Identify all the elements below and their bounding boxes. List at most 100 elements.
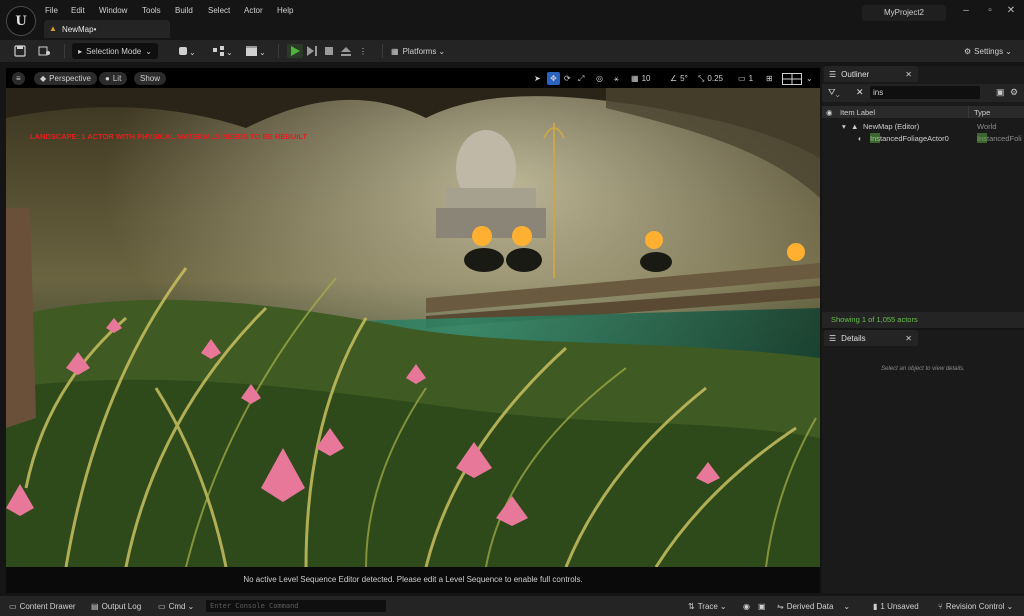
cmd-label: Cmd bbox=[168, 601, 186, 611]
chevron-down-icon: ⌄ bbox=[1005, 46, 1012, 56]
world-local-icon[interactable]: ◎ bbox=[596, 72, 603, 85]
menu-window[interactable]: Window bbox=[99, 6, 127, 15]
derived-data-label: Derived Data bbox=[786, 601, 834, 611]
grid-icon: ▦ bbox=[631, 74, 639, 83]
gear-icon[interactable]: ⚙ bbox=[1010, 87, 1018, 98]
outliner-row[interactable]: ◐ InstancedFoliageActor0 InstancedFoli bbox=[822, 133, 1024, 144]
filter-icon[interactable]: ⛛⌄ bbox=[828, 87, 840, 98]
close-icon[interactable]: ✕ bbox=[905, 70, 912, 79]
more-options-icon[interactable]: ⋮ bbox=[355, 44, 371, 58]
rotation-snap-button[interactable]: ∠ 5° bbox=[670, 72, 688, 85]
eject-icon[interactable] bbox=[338, 44, 354, 58]
details-icon: ☰ bbox=[829, 333, 837, 343]
log-icon: ▤ bbox=[91, 601, 99, 611]
surface-snap-icon[interactable]: ⚹ bbox=[614, 72, 619, 85]
tab-details[interactable]: ☰ Details ✕ bbox=[824, 330, 918, 346]
angle-icon: ∠ bbox=[670, 74, 678, 83]
save-icon[interactable] bbox=[14, 43, 26, 59]
camera-speed-button[interactable]: ▭ 1 bbox=[738, 72, 753, 85]
maximize-icon[interactable]: ▫ bbox=[981, 5, 999, 16]
chevron-down-icon: ⌄ bbox=[1006, 601, 1014, 611]
show-button[interactable]: Show bbox=[134, 72, 167, 85]
platforms-dropdown[interactable]: ▦ Platforms ⌄ bbox=[391, 43, 445, 59]
content-icon[interactable] bbox=[38, 43, 51, 59]
menu-edit[interactable]: Edit bbox=[71, 6, 85, 15]
output-log-button[interactable]: ▤ Output Log bbox=[91, 600, 141, 612]
scale-snap-icon: ⤡ bbox=[698, 73, 705, 83]
stop-icon[interactable] bbox=[321, 44, 337, 58]
outliner-row[interactable]: ▾ ▲ NewMap (Editor) World bbox=[822, 121, 1024, 132]
new-folder-icon[interactable]: ▣ bbox=[996, 87, 1005, 98]
select-mode-icon[interactable]: ➤ bbox=[534, 72, 541, 85]
chevron-down-icon: ⌄ bbox=[843, 601, 851, 611]
step-icon[interactable] bbox=[304, 44, 320, 58]
play-controls: ⋮ bbox=[287, 43, 375, 59]
actor-icon: ◐ bbox=[858, 134, 863, 143]
selection-mode-label: Selection Mode bbox=[86, 46, 142, 56]
outliner-icon: ☰ bbox=[829, 69, 837, 79]
revision-control-label: Revision Control bbox=[945, 601, 1005, 611]
clear-search-icon[interactable]: ✕ bbox=[856, 87, 864, 98]
translate-icon[interactable]: ✥ bbox=[547, 72, 560, 85]
grid-snap-button[interactable]: ▦ 10 bbox=[631, 72, 650, 85]
visibility-icon[interactable]: ◉ bbox=[826, 108, 833, 117]
menu-build[interactable]: Build bbox=[175, 6, 193, 15]
map-icon: ▲ bbox=[851, 122, 859, 131]
minimize-icon[interactable]: – bbox=[957, 5, 975, 16]
derived-data-icon: ⇋ bbox=[777, 601, 784, 611]
svg-text:⌄: ⌄ bbox=[259, 48, 266, 57]
viewport-layout-button[interactable]: ⌄ bbox=[782, 72, 813, 85]
status-bar: ▭ Content Drawer ▤ Output Log ▭ Cmd ⌄ ⇅ … bbox=[0, 596, 1024, 616]
revision-control-button[interactable]: ⑂ Revision Control ⌄ bbox=[938, 600, 1013, 612]
menu-tools[interactable]: Tools bbox=[142, 6, 161, 15]
perspective-label: Perspective bbox=[49, 74, 91, 83]
record-icon[interactable]: ◉ bbox=[743, 600, 750, 612]
screenshot-icon[interactable]: ▣ bbox=[758, 600, 766, 612]
console-command-input[interactable]: Enter Console Command bbox=[206, 600, 386, 612]
sequence-message: No active Level Sequence Editor detected… bbox=[6, 567, 820, 593]
outliner-search-input[interactable]: ins bbox=[870, 86, 980, 99]
selection-mode-dropdown[interactable]: ▸ Selection Mode ⌄ bbox=[72, 43, 158, 59]
content-drawer-button[interactable]: ▭ Content Drawer bbox=[9, 600, 76, 612]
cmd-button[interactable]: ▭ Cmd ⌄ bbox=[158, 600, 194, 612]
play-icon[interactable] bbox=[287, 44, 303, 58]
lit-button[interactable]: ● Lit bbox=[99, 72, 128, 85]
rotation-snap-value: 5° bbox=[680, 74, 688, 83]
output-log-label: Output Log bbox=[101, 601, 142, 611]
project-name[interactable]: MyProject2 bbox=[862, 5, 946, 21]
camera-speed-value: 1 bbox=[748, 74, 754, 83]
column-type[interactable]: Type bbox=[974, 108, 990, 117]
settings-button[interactable]: ⚙ Settings ⌄ bbox=[964, 43, 1012, 59]
menu-file[interactable]: File bbox=[45, 6, 58, 15]
perspective-button[interactable]: ◆ Perspective bbox=[34, 72, 97, 85]
viewport-menu-icon[interactable]: ≡ bbox=[12, 72, 25, 85]
selection-mode-icon: ▸ bbox=[78, 46, 83, 56]
trace-button[interactable]: ⇅ Trace ⌄ bbox=[688, 600, 727, 612]
unsaved-button[interactable]: ▮ 1 Unsaved bbox=[873, 600, 919, 612]
revision-icon: ⑂ bbox=[938, 601, 943, 611]
scale-icon[interactable]: ⤢ bbox=[578, 72, 584, 85]
outliner-status: Showing 1 of 1,055 actors bbox=[822, 312, 1024, 328]
menu-actor[interactable]: Actor bbox=[244, 6, 263, 15]
blueprint-icon[interactable]: ⌄ bbox=[212, 43, 234, 59]
expand-icon[interactable]: ▾ bbox=[842, 122, 846, 131]
unsaved-label: 1 Unsaved bbox=[880, 601, 919, 611]
cinematics-icon[interactable]: ⌄ bbox=[245, 43, 267, 59]
close-icon[interactable]: ✕ bbox=[905, 334, 912, 343]
menu-help[interactable]: Help bbox=[277, 6, 293, 15]
outliner-row-type: World bbox=[977, 122, 997, 131]
layout-icon[interactable]: ⊞ bbox=[766, 72, 773, 85]
menu-select[interactable]: Select bbox=[208, 6, 230, 15]
scale-snap-button[interactable]: ⤡ 0.25 bbox=[698, 72, 723, 85]
gear-icon: ⚙ bbox=[964, 46, 972, 56]
add-actor-icon[interactable]: ⌄ bbox=[178, 43, 198, 59]
derived-data-button[interactable]: ⇋ Derived Data ⌄ bbox=[777, 600, 850, 612]
close-window-icon[interactable]: ✕ bbox=[1002, 5, 1020, 16]
level-tab[interactable]: ▲ NewMap• bbox=[44, 20, 170, 38]
rotate-icon[interactable]: ⟳ bbox=[564, 72, 571, 85]
tab-outliner[interactable]: ☰ Outliner ✕ bbox=[824, 66, 918, 82]
chevron-down-icon: ⌄ bbox=[187, 601, 195, 611]
column-item-label[interactable]: Item Label bbox=[840, 108, 875, 117]
level-viewport[interactable] bbox=[6, 88, 820, 567]
unreal-logo-icon[interactable]: U bbox=[6, 6, 36, 36]
